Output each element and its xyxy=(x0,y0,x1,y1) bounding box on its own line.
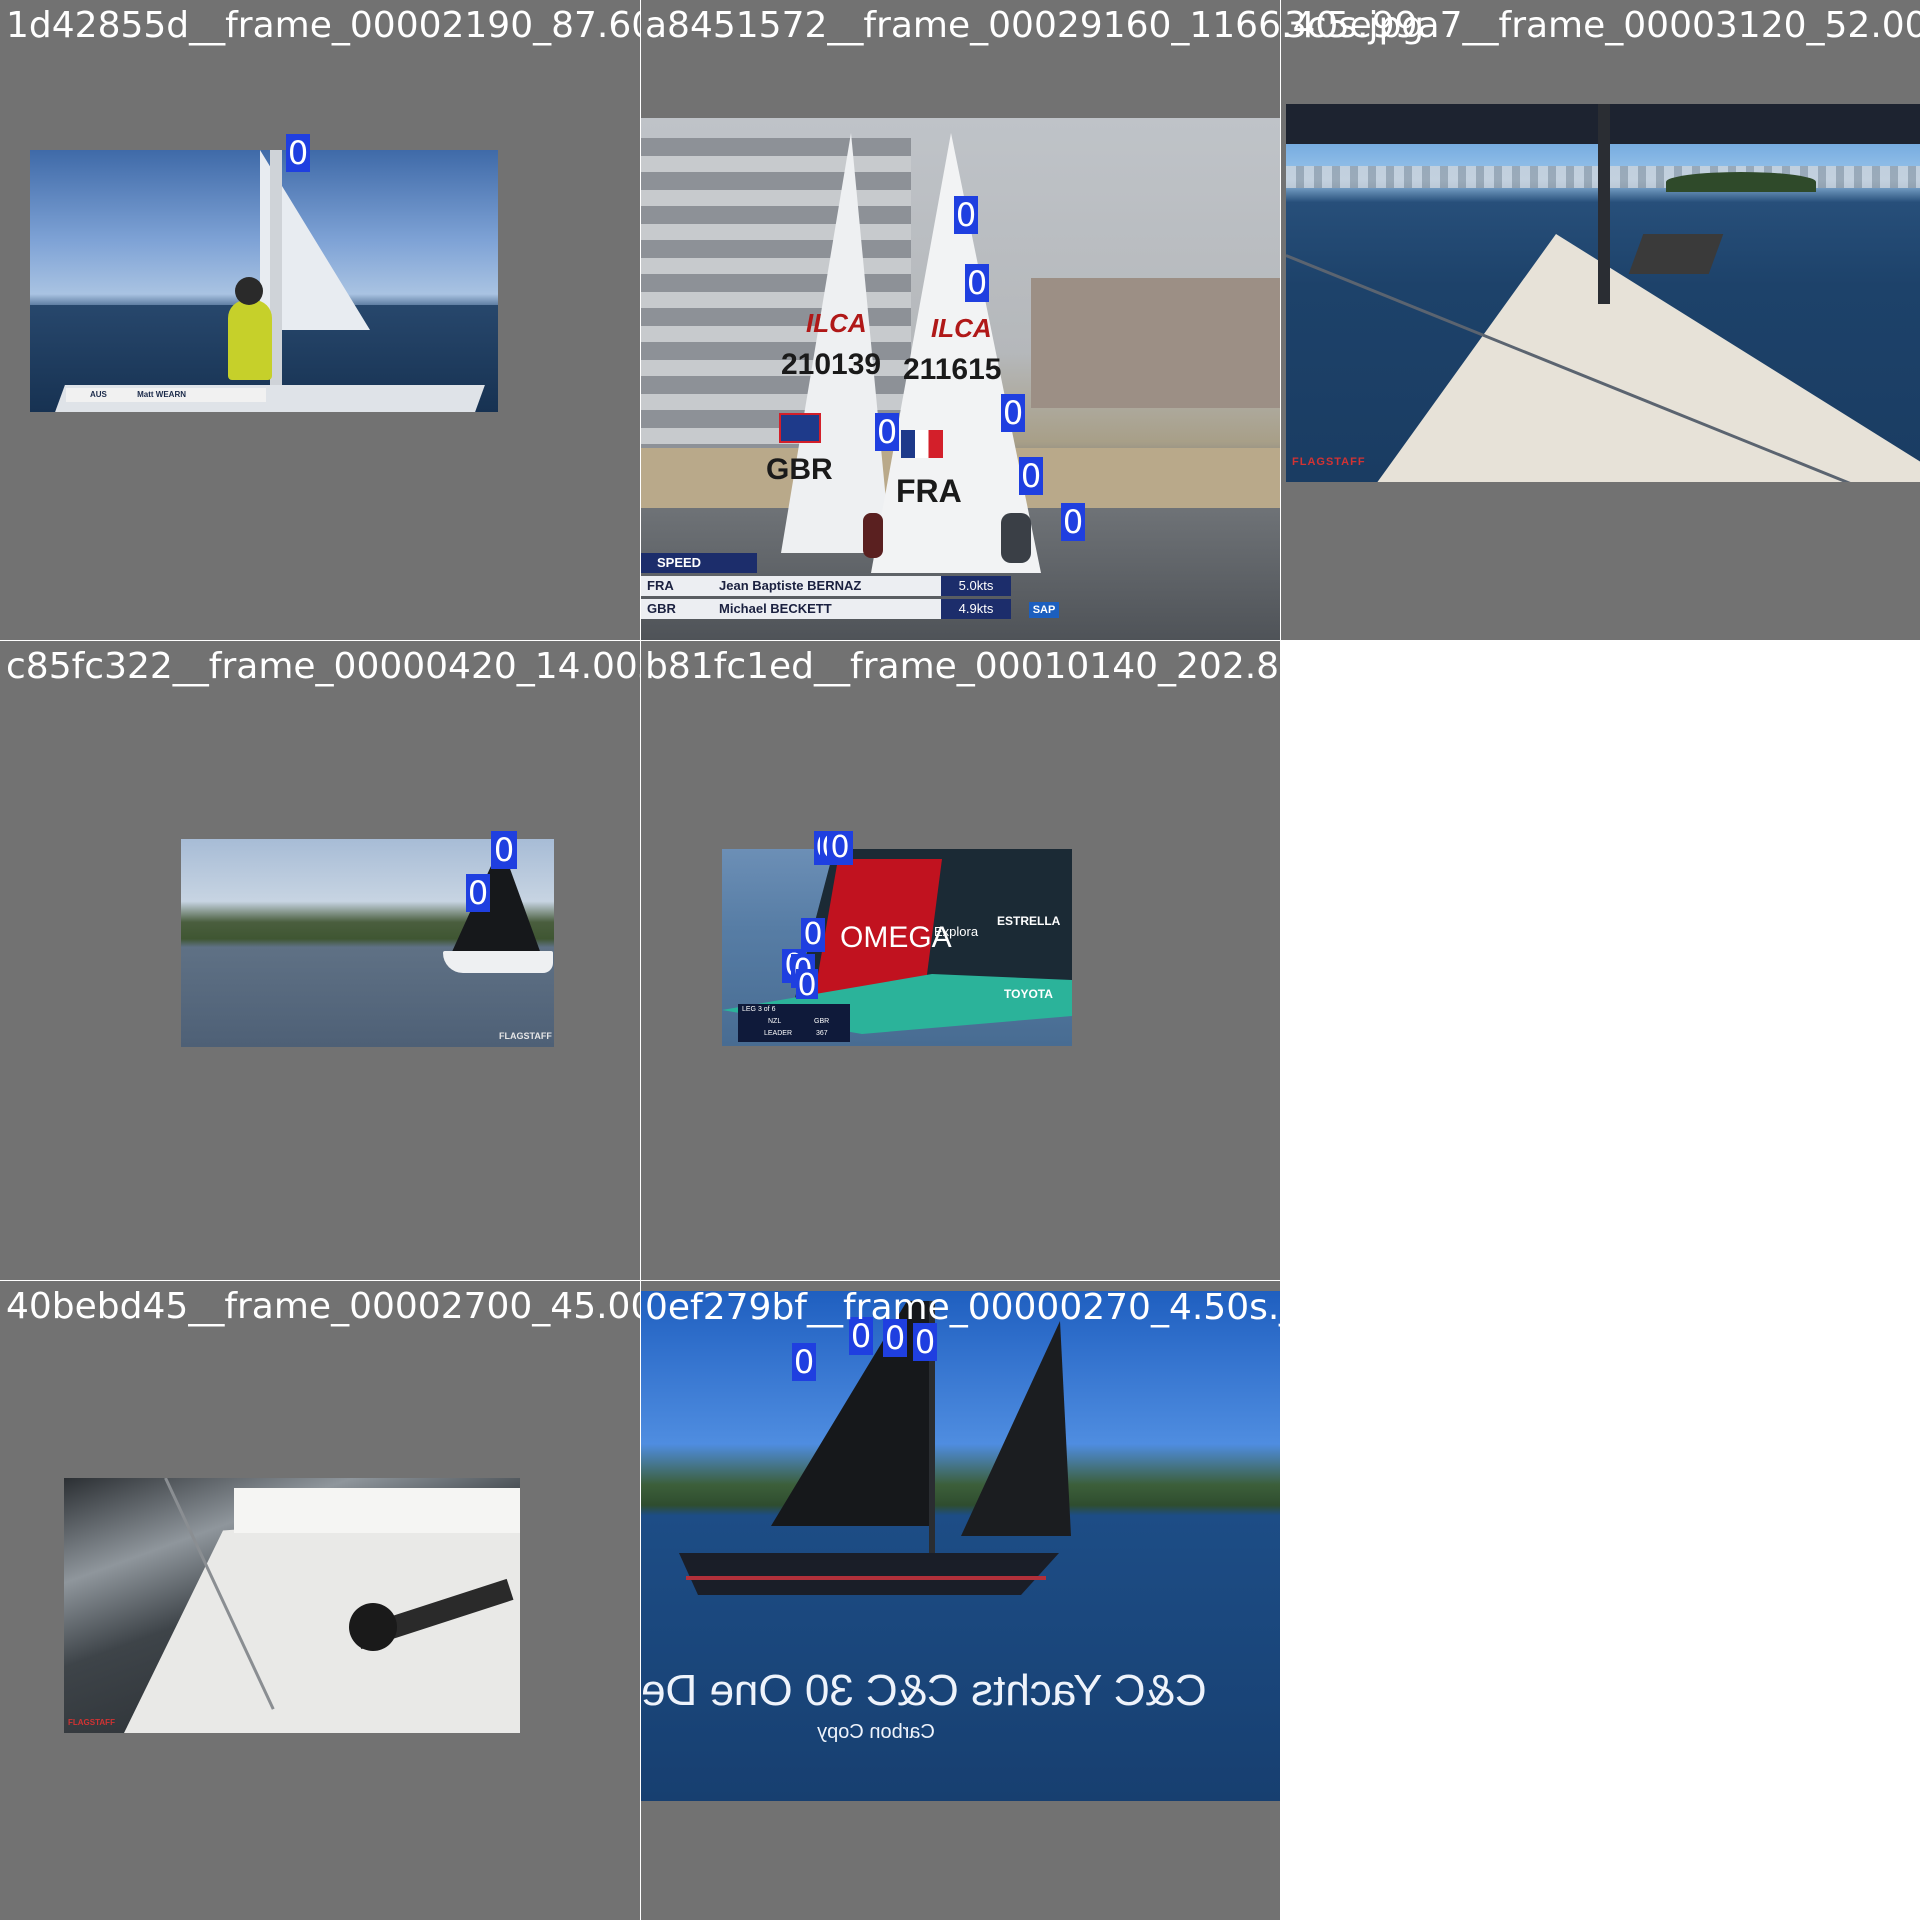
grid-tile-2: ILCA ILCA 210139 211615 GBR FRA SPEED FR… xyxy=(641,0,1280,640)
grid-tile-1: AUS Matt WEARN 0 1d42855d__frame_0000219… xyxy=(0,0,640,640)
detection-label: 0 xyxy=(954,196,978,234)
detection-label: 0 xyxy=(466,874,490,912)
boat-deck xyxy=(124,1508,520,1733)
tile-image-4: FLAGSTAFF xyxy=(181,839,554,1047)
sponsor-logo: TOYOTA xyxy=(1004,987,1053,1001)
image-caption: 3c5e99a7__frame_00003120_52.00s.jpg xyxy=(1284,5,1920,46)
tile-image-7: C&C Yachts C&C 30 One De Carbon Copy xyxy=(641,1291,1280,1801)
speed-value: 4.9kts xyxy=(941,599,1011,619)
grid-tile-5: OMEGA Explora ESTRELLA TOYOTA LEG 3 of 6… xyxy=(641,641,1280,1280)
jib xyxy=(961,1321,1071,1536)
image-caption: 40bebd45__frame_00002700_45.00s.jpg xyxy=(6,1286,640,1327)
tile-image-1: AUS Matt WEARN xyxy=(30,150,498,412)
image-caption: c85fc322__frame_00000420_14.00s.jpg xyxy=(6,646,640,687)
sail-number: 210139 xyxy=(781,348,882,381)
sail-brand: ILCA xyxy=(931,313,992,343)
detection-label: 0 xyxy=(1019,457,1043,495)
image-caption: 0ef279bf__frame_00000270_4.50s.jpg xyxy=(645,1287,1336,1328)
speed-value: 5.0kts xyxy=(941,576,1011,596)
sail-country: FRA xyxy=(896,473,962,509)
detection-label: 0 xyxy=(491,831,517,869)
tile-image-5: OMEGA Explora ESTRELLA TOYOTA LEG 3 of 6… xyxy=(722,849,1072,1046)
sail-country: GBR xyxy=(766,453,833,486)
grid-tile-3: FLAGSTAFF xyxy=(1281,0,1920,640)
tile-image-3: FLAGSTAFF xyxy=(1286,104,1920,482)
sail-number: 211615 xyxy=(903,353,1002,386)
speed-tag: SPEED xyxy=(641,553,757,573)
sponsor-logo: Explora xyxy=(934,924,979,939)
watermark: FLAGSTAFF xyxy=(499,1031,552,1041)
detection-label: 0 xyxy=(1001,394,1025,432)
sponsor-logo: ESTRELLA xyxy=(997,914,1061,928)
tile-image-6: FLAGSTAFF xyxy=(64,1478,520,1733)
sponsor-logo: SAP xyxy=(1029,602,1059,618)
video-subtitle: Carbon Copy xyxy=(817,1721,935,1743)
detection-label: 0 xyxy=(801,918,825,952)
detection-label: 0 xyxy=(965,264,989,302)
video-title: C&C Yachts C&C 30 One De xyxy=(641,1666,1207,1715)
detection-label: 0 xyxy=(827,831,853,865)
watermark: FLAGSTAFF xyxy=(1292,456,1366,468)
detection-label: 0 xyxy=(796,968,818,1003)
grid-tile-6: FLAGSTAFF 40bebd45__frame_00002700_45.00… xyxy=(0,1281,640,1920)
grid-tile-7: C&C Yachts C&C 30 One De Carbon Copy 0 0… xyxy=(641,1281,1280,1920)
watermark: FLAGSTAFF xyxy=(68,1718,115,1727)
race-tracker: LEG 3 of 6 NZL GBR LEADER 367 xyxy=(738,1004,850,1042)
detection-label: 0 xyxy=(792,1343,816,1381)
sail-brand: ILCA xyxy=(806,308,867,338)
image-caption: 1d42855d__frame_00002190_87.60s.jpg xyxy=(6,5,640,46)
boat-hull xyxy=(679,1553,1059,1595)
detection-label: 0 xyxy=(1061,503,1085,541)
image-caption: b81fc1ed__frame_00010140_202.80s.jpg xyxy=(645,646,1388,687)
athlete-banner: AUS Matt WEARN xyxy=(66,388,266,402)
detection-label: 0 xyxy=(875,413,899,451)
grid-tile-4: FLAGSTAFF 0 0 c85fc322__frame_00000420_1… xyxy=(0,641,640,1280)
detection-label: 0 xyxy=(286,134,310,172)
